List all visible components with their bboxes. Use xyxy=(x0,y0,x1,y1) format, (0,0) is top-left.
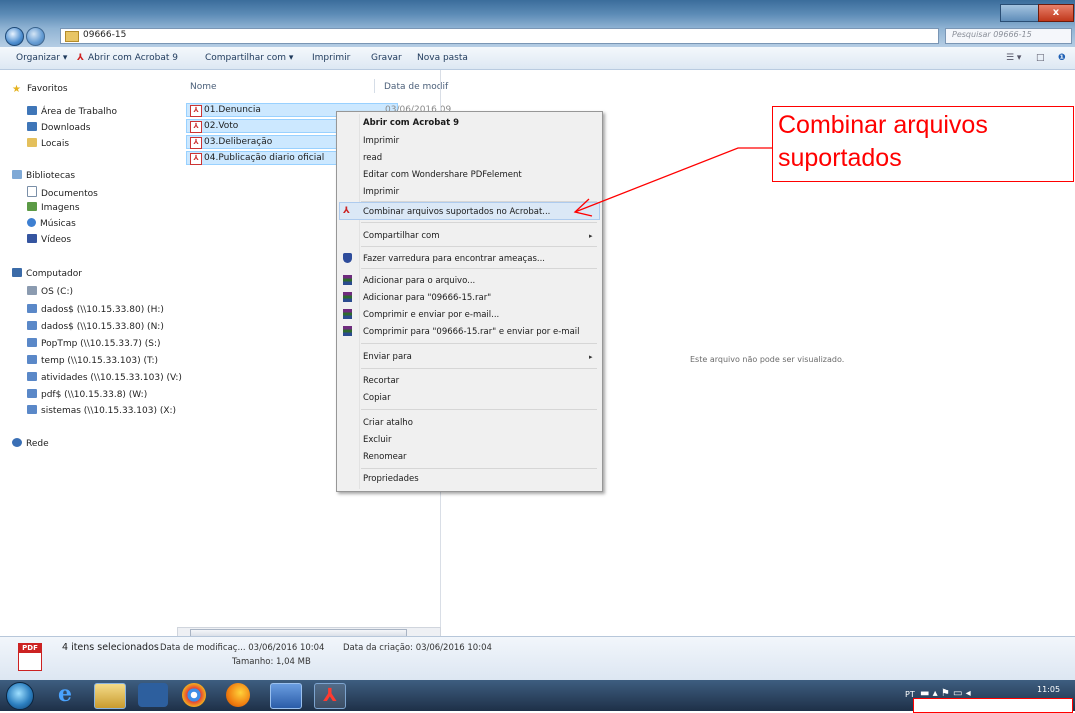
annotation-text: Combinar arquivos suportados xyxy=(778,111,988,172)
annotation-callout: Combinar arquivos suportados xyxy=(772,106,1074,182)
